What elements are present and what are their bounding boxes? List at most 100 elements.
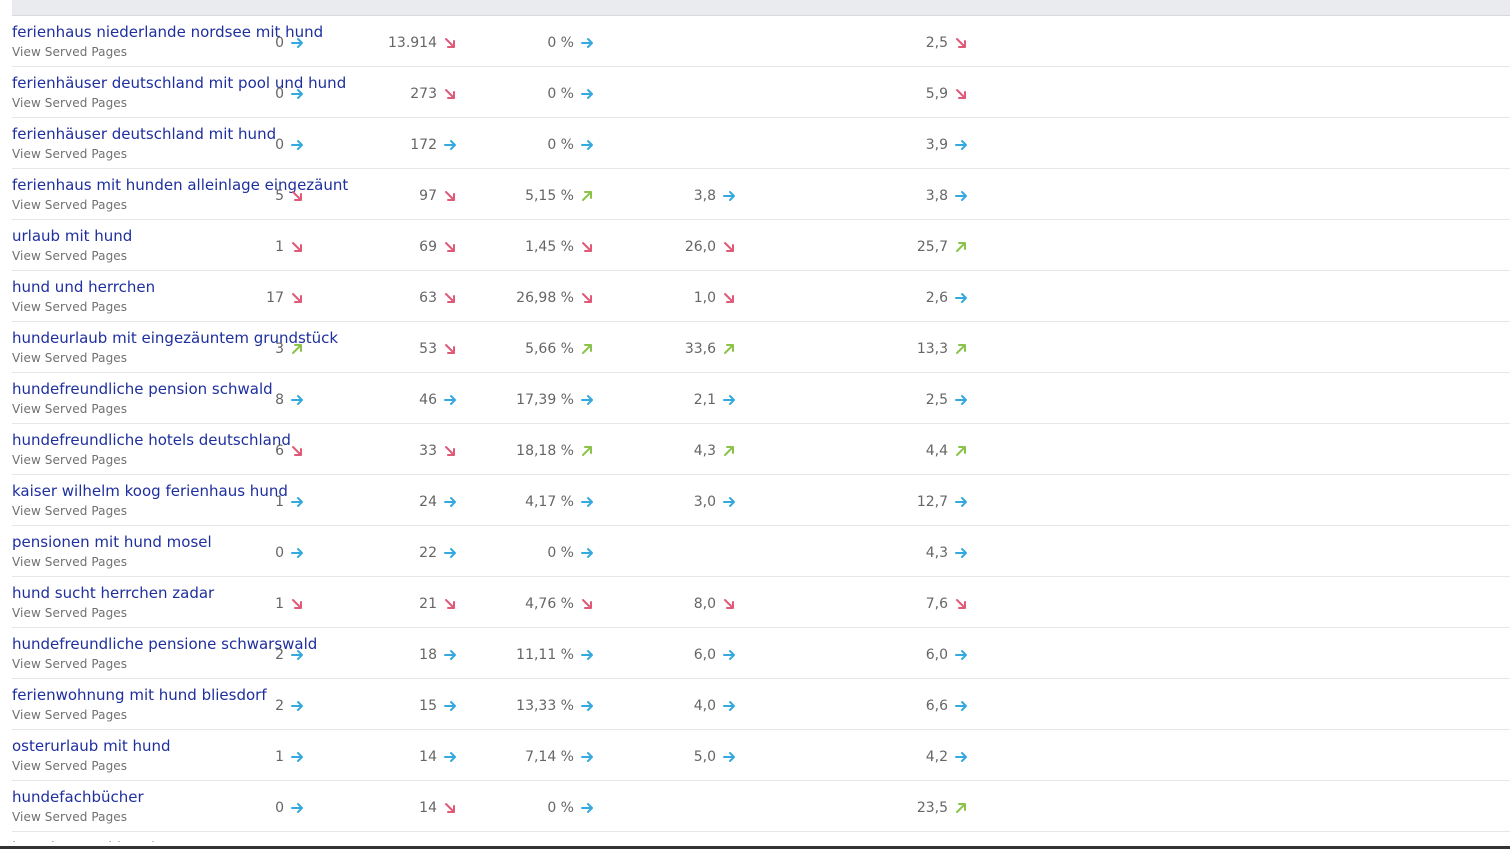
keyword-link[interactable]: hundefreundliche pensione schwarswald xyxy=(12,635,317,653)
metric-value: 2,5 xyxy=(925,35,948,51)
view-served-pages-link[interactable]: View Served Pages xyxy=(12,402,127,416)
view-served-pages-link[interactable]: View Served Pages xyxy=(12,708,127,722)
keyword-table: ferienhaus niederlande nordsee mit hund V… xyxy=(12,16,1510,842)
metric-value: 1 xyxy=(275,749,284,765)
trend-down-arrow-icon xyxy=(956,599,966,609)
trend-right-arrow-icon xyxy=(291,497,303,507)
metric-value: 1,0 xyxy=(693,290,716,306)
metric-value: 4,76 % xyxy=(525,596,574,612)
trend-down-arrow-icon xyxy=(724,599,734,609)
metric-value: 5,15 % xyxy=(525,188,574,204)
trend-down-arrow-icon xyxy=(445,38,455,48)
metric-value: 0 % xyxy=(547,35,574,51)
metric-value: 53 xyxy=(419,341,437,357)
keyword-link[interactable]: ferienwohnung mit hund bliesdorf xyxy=(12,686,267,704)
metric-cell-c5: 5,9 xyxy=(926,85,968,103)
keyword-link[interactable]: ferienhäuser deutschland mit hund xyxy=(12,125,276,143)
view-served-pages-link[interactable]: View Served Pages xyxy=(12,45,127,59)
keyword-link[interactable]: hund sucht herrchen zadar xyxy=(12,584,214,602)
metric-value: 21 xyxy=(419,596,437,612)
keyword-link[interactable]: kaiser wilhelm koog ferienhaus hund xyxy=(12,482,288,500)
metric-value: 3,8 xyxy=(693,188,716,204)
view-served-pages-link[interactable]: View Served Pages xyxy=(12,810,127,824)
trend-right-arrow-icon xyxy=(955,650,967,660)
metric-cell-c1: 0 xyxy=(275,799,304,817)
trend-right-arrow-icon xyxy=(291,701,303,711)
keyword-link[interactable]: hund und herrchen xyxy=(12,278,155,296)
keyword-link[interactable]: pensionen mit hund mosel xyxy=(12,533,212,551)
trend-right-arrow-icon xyxy=(955,293,967,303)
metric-cell-c3: 17,39 % xyxy=(516,391,594,409)
table-row: hundefreundliche pensione schwarswald Vie… xyxy=(12,628,1510,679)
metric-cell-c2: 63 xyxy=(419,289,457,307)
metric-cell-c5: 3,9 xyxy=(926,136,968,154)
metric-value: 5 xyxy=(275,188,284,204)
metric-value: 7,6 xyxy=(925,596,948,612)
metric-cell-c3: 7,14 % xyxy=(525,748,594,766)
trend-down-arrow-icon xyxy=(445,599,455,609)
metric-cell-c1: 1 xyxy=(275,748,304,766)
trend-up-arrow-icon xyxy=(582,344,592,354)
trend-down-arrow-icon xyxy=(445,446,455,456)
trend-down-arrow-icon xyxy=(445,293,455,303)
view-served-pages-link[interactable]: View Served Pages xyxy=(12,555,127,569)
metric-cell-c5: 6,6 xyxy=(926,697,968,715)
trend-right-arrow-icon xyxy=(955,191,967,201)
table-row: pensionen mit hund mosel View Served Page… xyxy=(12,526,1510,577)
metric-cell-c4: 1,0 xyxy=(694,289,736,307)
metric-cell-c3: 0 % xyxy=(547,136,594,154)
trend-down-arrow-icon xyxy=(292,191,302,201)
view-served-pages-link[interactable]: View Served Pages xyxy=(12,96,127,110)
metric-cell-c3: 18,18 % xyxy=(516,442,594,460)
table-row: ferienhäuser deutschland mit hund View Se… xyxy=(12,118,1510,169)
table-row: hundeurlaub mit eingezäuntem grundstück V… xyxy=(12,322,1510,373)
trend-right-arrow-icon xyxy=(581,650,593,660)
keyword-link[interactable]: herrchen und hund xyxy=(12,839,155,842)
view-served-pages-link[interactable]: View Served Pages xyxy=(12,759,127,773)
metric-value: 26,98 % xyxy=(516,290,574,306)
keyword-link[interactable]: hundefachbücher xyxy=(12,788,144,806)
keyword-link[interactable]: urlaub mit hund xyxy=(12,227,132,245)
keyword-link[interactable]: osterurlaub mit hund xyxy=(12,737,171,755)
view-served-pages-link[interactable]: View Served Pages xyxy=(12,504,127,518)
trend-right-arrow-icon xyxy=(444,140,456,150)
view-served-pages-link[interactable]: View Served Pages xyxy=(12,657,127,671)
metric-cell-c2: 22 xyxy=(419,544,457,562)
view-served-pages-link[interactable]: View Served Pages xyxy=(12,351,127,365)
trend-right-arrow-icon xyxy=(955,140,967,150)
metric-cell-c2: 13.914 xyxy=(388,34,457,52)
view-served-pages-link[interactable]: View Served Pages xyxy=(12,606,127,620)
metric-cell-c5: 6,0 xyxy=(926,646,968,664)
metric-value: 3 xyxy=(275,341,284,357)
metric-value: 6,0 xyxy=(693,647,716,663)
metric-value: 14 xyxy=(419,800,437,816)
view-served-pages-link[interactable]: View Served Pages xyxy=(12,453,127,467)
trend-right-arrow-icon xyxy=(444,395,456,405)
trend-right-arrow-icon xyxy=(581,38,593,48)
metric-value: 13,33 % xyxy=(516,698,574,714)
metric-cell-c3: 0 % xyxy=(547,85,594,103)
metric-cell-c5: 2,6 xyxy=(926,289,968,307)
metric-cell-c2: 97 xyxy=(419,187,457,205)
metric-cell-c5: 7,6 xyxy=(926,595,968,613)
metric-cell-c1: 1 xyxy=(275,238,304,256)
metric-cell-c4: 33,6 xyxy=(685,340,736,358)
metric-cell-c4: 4,0 xyxy=(694,697,736,715)
metric-value: 3,9 xyxy=(925,137,948,153)
metric-value: 17,39 % xyxy=(516,392,574,408)
trend-right-arrow-icon xyxy=(581,89,593,99)
view-served-pages-link[interactable]: View Served Pages xyxy=(12,249,127,263)
view-served-pages-link[interactable]: View Served Pages xyxy=(12,198,127,212)
keyword-link[interactable]: hundefreundliche pension schwald xyxy=(12,380,273,398)
trend-up-arrow-icon xyxy=(956,446,966,456)
keyword-link[interactable]: hundefreundliche hotels deutschland xyxy=(12,431,291,449)
metric-value: 1,45 % xyxy=(525,239,574,255)
trend-up-arrow-icon xyxy=(724,344,734,354)
view-served-pages-link[interactable]: View Served Pages xyxy=(12,147,127,161)
metric-value: 22 xyxy=(419,545,437,561)
metric-cell-c2: 273 xyxy=(410,85,457,103)
metric-cell-c5: 3,8 xyxy=(926,187,968,205)
view-served-pages-link[interactable]: View Served Pages xyxy=(12,300,127,314)
trend-right-arrow-icon xyxy=(955,752,967,762)
trend-up-arrow-icon xyxy=(956,242,966,252)
